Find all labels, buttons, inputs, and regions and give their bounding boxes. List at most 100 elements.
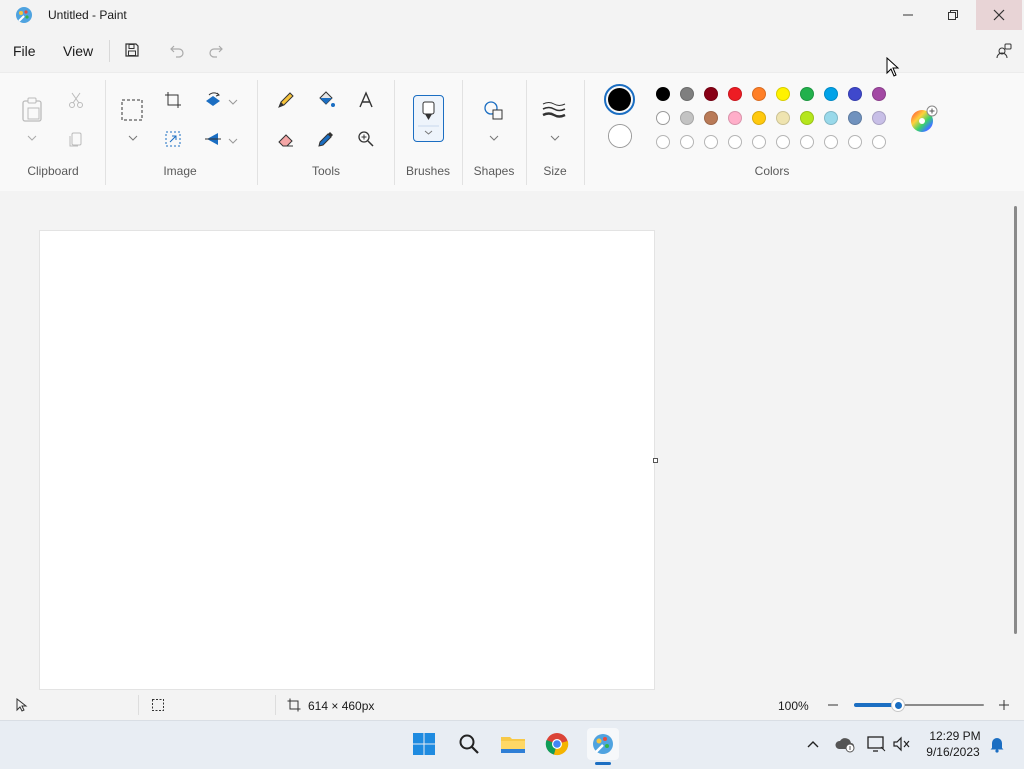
clock-time[interactable]: 12:29 PM	[920, 729, 990, 743]
color-swatch[interactable]	[704, 87, 718, 101]
color-swatch[interactable]	[872, 87, 886, 101]
paste-icon[interactable]	[18, 96, 46, 124]
custom-color-slot[interactable]	[704, 135, 718, 149]
canvas-size-text: 614 × 460px	[308, 699, 375, 713]
magnifier-icon[interactable]	[352, 125, 380, 153]
rotate-chevron-down-icon[interactable]	[227, 94, 239, 105]
brush-icon	[418, 101, 439, 135]
color-swatch[interactable]	[656, 87, 670, 101]
tools-group-label: Tools	[311, 164, 340, 178]
search-icon[interactable]	[455, 730, 483, 758]
volume-muted-icon[interactable]	[888, 730, 916, 758]
size-icon[interactable]	[540, 96, 568, 124]
color-swatch[interactable]	[752, 111, 766, 125]
zoom-out-button[interactable]	[826, 698, 840, 712]
colors-group-label: Colors	[754, 164, 790, 178]
brushes-button[interactable]	[413, 95, 444, 142]
mouse-cursor-icon	[886, 56, 900, 78]
color-swatch[interactable]	[728, 87, 742, 101]
chrome-icon[interactable]	[543, 730, 571, 758]
color-swatch[interactable]	[776, 111, 790, 125]
drawing-canvas[interactable]	[40, 231, 654, 689]
color-picker-icon[interactable]	[312, 125, 340, 153]
custom-color-slot[interactable]	[824, 135, 838, 149]
canvas-resize-handle[interactable]	[653, 458, 658, 463]
shapes-icon[interactable]	[480, 96, 508, 124]
color-swatch[interactable]	[800, 87, 814, 101]
notifications-bell-icon[interactable]	[983, 730, 1011, 758]
color-swatch[interactable]	[824, 87, 838, 101]
copy-icon[interactable]	[62, 125, 90, 153]
ribbon-separator	[526, 80, 527, 185]
color-swatch[interactable]	[824, 111, 838, 125]
menu-bar	[0, 32, 1024, 72]
flip-icon[interactable]	[199, 125, 227, 153]
active-app-indicator	[595, 762, 611, 765]
size-group-label: Size	[543, 164, 567, 178]
color-swatch[interactable]	[848, 111, 862, 125]
show-hidden-icons-chevron-up-icon[interactable]	[799, 730, 827, 758]
vertical-scrollbar[interactable]	[1014, 206, 1017, 634]
resize-icon[interactable]	[159, 125, 187, 153]
redo-icon[interactable]	[202, 36, 230, 64]
flip-chevron-down-icon[interactable]	[227, 133, 239, 144]
size-chevron-down-icon[interactable]	[549, 130, 561, 141]
color-swatch[interactable]	[848, 87, 862, 101]
ribbon-separator	[257, 80, 258, 185]
undo-icon[interactable]	[163, 36, 191, 64]
close-button[interactable]	[976, 0, 1022, 30]
custom-color-slot[interactable]	[680, 135, 694, 149]
secondary-color-selector[interactable]	[608, 124, 632, 148]
custom-color-slot[interactable]	[776, 135, 790, 149]
save-icon[interactable]	[118, 36, 146, 64]
restore-button[interactable]	[930, 0, 976, 30]
custom-color-slot[interactable]	[848, 135, 862, 149]
fill-icon[interactable]	[312, 86, 340, 114]
cut-icon[interactable]	[62, 86, 90, 114]
color-swatch[interactable]	[776, 87, 790, 101]
color-swatch[interactable]	[656, 111, 670, 125]
custom-color-slot[interactable]	[752, 135, 766, 149]
rotate-icon[interactable]	[199, 86, 227, 114]
color-swatch[interactable]	[680, 87, 694, 101]
color-palette	[656, 87, 896, 151]
pencil-icon[interactable]	[272, 86, 300, 114]
select-chevron-down-icon[interactable]	[127, 130, 139, 141]
status-separator	[138, 695, 139, 715]
zoom-in-button[interactable]	[997, 698, 1011, 712]
network-icon[interactable]	[862, 730, 890, 758]
custom-color-slot[interactable]	[656, 135, 670, 149]
title-bar	[0, 0, 1024, 32]
start-button[interactable]	[410, 730, 438, 758]
color-swatch[interactable]	[800, 111, 814, 125]
custom-color-slot[interactable]	[800, 135, 814, 149]
crop-icon[interactable]	[159, 86, 187, 114]
file-explorer-icon[interactable]	[499, 730, 527, 758]
custom-color-slot[interactable]	[728, 135, 742, 149]
view-menu[interactable]: View	[63, 43, 93, 59]
ribbon-separator	[394, 80, 395, 185]
edit-colors-icon[interactable]	[910, 105, 938, 133]
zoom-slider[interactable]	[854, 698, 984, 712]
primary-color-selector[interactable]	[604, 84, 635, 115]
color-swatch[interactable]	[704, 111, 718, 125]
file-menu[interactable]: File	[13, 43, 36, 59]
select-icon[interactable]	[118, 96, 146, 124]
shapes-chevron-down-icon[interactable]	[488, 130, 500, 141]
color-swatch[interactable]	[728, 111, 742, 125]
text-icon[interactable]	[352, 86, 380, 114]
paste-chevron-down-icon[interactable]	[26, 130, 38, 141]
eraser-icon[interactable]	[272, 125, 300, 153]
cursor-position-icon	[15, 697, 29, 712]
minimize-button[interactable]	[885, 0, 931, 30]
color-swatch[interactable]	[872, 111, 886, 125]
color-swatch[interactable]	[680, 111, 694, 125]
custom-color-slot[interactable]	[872, 135, 886, 149]
onedrive-icon[interactable]	[831, 730, 859, 758]
account-settings-icon[interactable]	[990, 36, 1018, 64]
paint-taskbar-icon[interactable]	[587, 728, 619, 760]
color-swatch[interactable]	[752, 87, 766, 101]
clock-date[interactable]: 9/16/2023	[918, 745, 988, 759]
zoom-slider-thumb[interactable]	[892, 699, 904, 711]
zoom-level-text: 100%	[778, 699, 809, 713]
